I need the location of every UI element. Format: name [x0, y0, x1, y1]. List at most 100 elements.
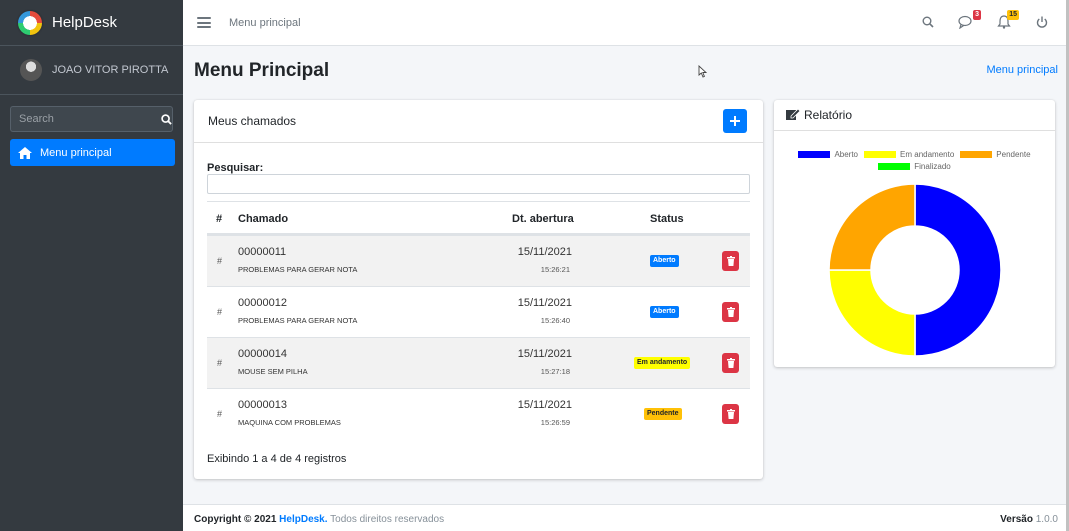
power-icon	[1036, 16, 1048, 28]
breadcrumb[interactable]: Menu principal	[986, 64, 1058, 76]
page-title: Menu Principal	[194, 60, 330, 81]
ticket-date: 15/11/2021	[517, 297, 572, 309]
table-row[interactable]: # 00000014 MOUSE SEM PILHA 15/11/2021 15…	[207, 337, 750, 388]
ticket-date: 15/11/2021	[517, 399, 572, 411]
sidebar-item-label: Menu principal	[40, 146, 112, 159]
search-icon	[161, 113, 172, 125]
delete-button[interactable]	[722, 353, 739, 373]
legend-swatch	[798, 151, 831, 158]
legend-item[interactable]: Aberto	[798, 150, 858, 159]
topbar-icons: 3 15	[919, 10, 1051, 31]
legend-item[interactable]: Em andamento	[864, 150, 954, 159]
col-status[interactable]: Status	[650, 213, 684, 225]
comments-icon	[958, 15, 972, 29]
ticket-number: 00000013	[238, 399, 287, 411]
col-dt-abertura[interactable]: Dt. abertura	[512, 213, 574, 225]
trash-icon	[726, 307, 735, 317]
tickets-card-title: Meus chamados	[208, 114, 297, 128]
ticket-time: 15:26:21	[540, 265, 570, 274]
report-card: Relatório Aberto Em andamento Pendente F…	[774, 100, 1055, 367]
sidebar-search	[10, 106, 173, 132]
sidebar-search-input[interactable]	[10, 106, 161, 132]
table-info: Exibindo 1 a 4 de 4 registros	[207, 453, 347, 465]
table-header: # Chamado Dt. abertura Status	[207, 201, 750, 235]
menu-toggle-icon[interactable]	[197, 17, 211, 28]
mouse-cursor-icon	[698, 65, 707, 78]
legend-swatch	[960, 151, 993, 158]
legend-label: Pendente	[996, 150, 1031, 159]
report-card-header: Relatório	[774, 100, 1055, 131]
avatar	[20, 59, 42, 81]
edit-icon	[786, 109, 800, 120]
legend-item[interactable]: Finalizado	[878, 162, 951, 171]
ticket-description: PROBLEMAS PARA GERAR NOTA	[238, 316, 358, 325]
footer-brand-link[interactable]: HelpDesk.	[279, 514, 327, 525]
footer: Copyright © 2021 HelpDesk. Todos direito…	[183, 504, 1069, 531]
messages-button[interactable]: 3	[957, 10, 981, 31]
table-row[interactable]: # 00000011 PROBLEMAS PARA GERAR NOTA 15/…	[207, 235, 750, 286]
sidebar-item-menu-principal[interactable]: Menu principal	[10, 139, 175, 166]
ticket-date: 15/11/2021	[517, 348, 572, 360]
topbar-home-link[interactable]: Menu principal	[229, 17, 301, 29]
trash-icon	[726, 358, 735, 368]
legend-swatch	[864, 151, 897, 158]
ticket-time: 15:27:18	[540, 367, 570, 376]
delete-button[interactable]	[722, 404, 739, 424]
add-ticket-button[interactable]	[723, 109, 747, 133]
row-hash: #	[217, 307, 223, 317]
status-badge: Aberto	[650, 306, 679, 318]
copyright: Copyright © 2021 HelpDesk. Todos direito…	[194, 514, 444, 525]
row-hash: #	[217, 256, 223, 266]
version: Versão 1.0.0	[1000, 514, 1058, 525]
table-search-label: Pesquisar:	[207, 162, 264, 174]
legend-label: Em andamento	[900, 150, 955, 159]
copyright-prefix: Copyright © 2021	[194, 514, 277, 525]
messages-badge: 3	[973, 10, 981, 20]
footer-rights: Todos direitos reservados	[330, 514, 445, 525]
trash-icon	[726, 409, 735, 419]
ticket-time: 15:26:59	[540, 418, 570, 427]
ticket-number: 00000014	[238, 348, 287, 360]
ticket-date: 15/11/2021	[517, 246, 572, 258]
donut-slice-pendente[interactable]	[829, 184, 916, 271]
delete-button[interactable]	[722, 251, 739, 271]
legend-swatch	[878, 163, 911, 170]
user-panel[interactable]: JOAO VITOR PIROTTA	[0, 46, 183, 95]
ticket-number: 00000011	[238, 246, 287, 258]
sidebar: HelpDesk JOAO VITOR PIROTTA Menu princip…	[0, 0, 183, 531]
table-search-input[interactable]	[207, 174, 750, 194]
sidebar-search-button[interactable]	[161, 106, 173, 132]
donut-slice-em-andamento[interactable]	[829, 269, 916, 356]
status-badge: Em andamento	[634, 357, 691, 369]
notifications-button[interactable]: 15	[995, 10, 1019, 31]
legend-label: Finalizado	[914, 162, 951, 171]
brand-logo	[18, 10, 42, 35]
ticket-description: PROBLEMAS PARA GERAR NOTA	[238, 265, 358, 274]
table-row[interactable]: # 00000012 PROBLEMAS PARA GERAR NOTA 15/…	[207, 286, 750, 337]
row-hash: #	[217, 358, 223, 368]
trash-icon	[726, 256, 735, 266]
user-name: JOAO VITOR PIROTTA	[52, 64, 169, 76]
logout-button[interactable]	[1033, 13, 1051, 31]
version-label: Versão	[1000, 514, 1033, 525]
notifications-badge: 15	[1007, 10, 1019, 20]
delete-button[interactable]	[722, 302, 739, 322]
row-hash: #	[217, 409, 223, 419]
donut-slice-aberto[interactable]	[914, 184, 1001, 356]
ticket-time: 15:26:40	[540, 316, 570, 325]
version-number: 1.0.0	[1035, 514, 1058, 525]
legend-label: Aberto	[834, 150, 859, 159]
topbar-search-button[interactable]	[919, 13, 937, 31]
donut-chart	[829, 184, 1001, 356]
brand-link[interactable]: HelpDesk	[0, 0, 183, 46]
col-hash[interactable]: #	[216, 213, 222, 225]
ticket-number: 00000012	[238, 297, 287, 309]
legend-item[interactable]: Pendente	[960, 150, 1031, 159]
status-badge: Aberto	[650, 255, 679, 267]
ticket-description: MOUSE SEM PILHA	[238, 367, 308, 376]
col-chamado[interactable]: Chamado	[238, 213, 288, 225]
table-row[interactable]: # 00000013 MAQUINA COM PROBLEMAS 15/11/2…	[207, 388, 750, 439]
tickets-card: Meus chamados Pesquisar: # Chamado Dt. a…	[194, 100, 763, 479]
chart-legend: Aberto Em andamento Pendente Finalizado	[774, 150, 1055, 174]
plus-icon	[730, 116, 740, 126]
